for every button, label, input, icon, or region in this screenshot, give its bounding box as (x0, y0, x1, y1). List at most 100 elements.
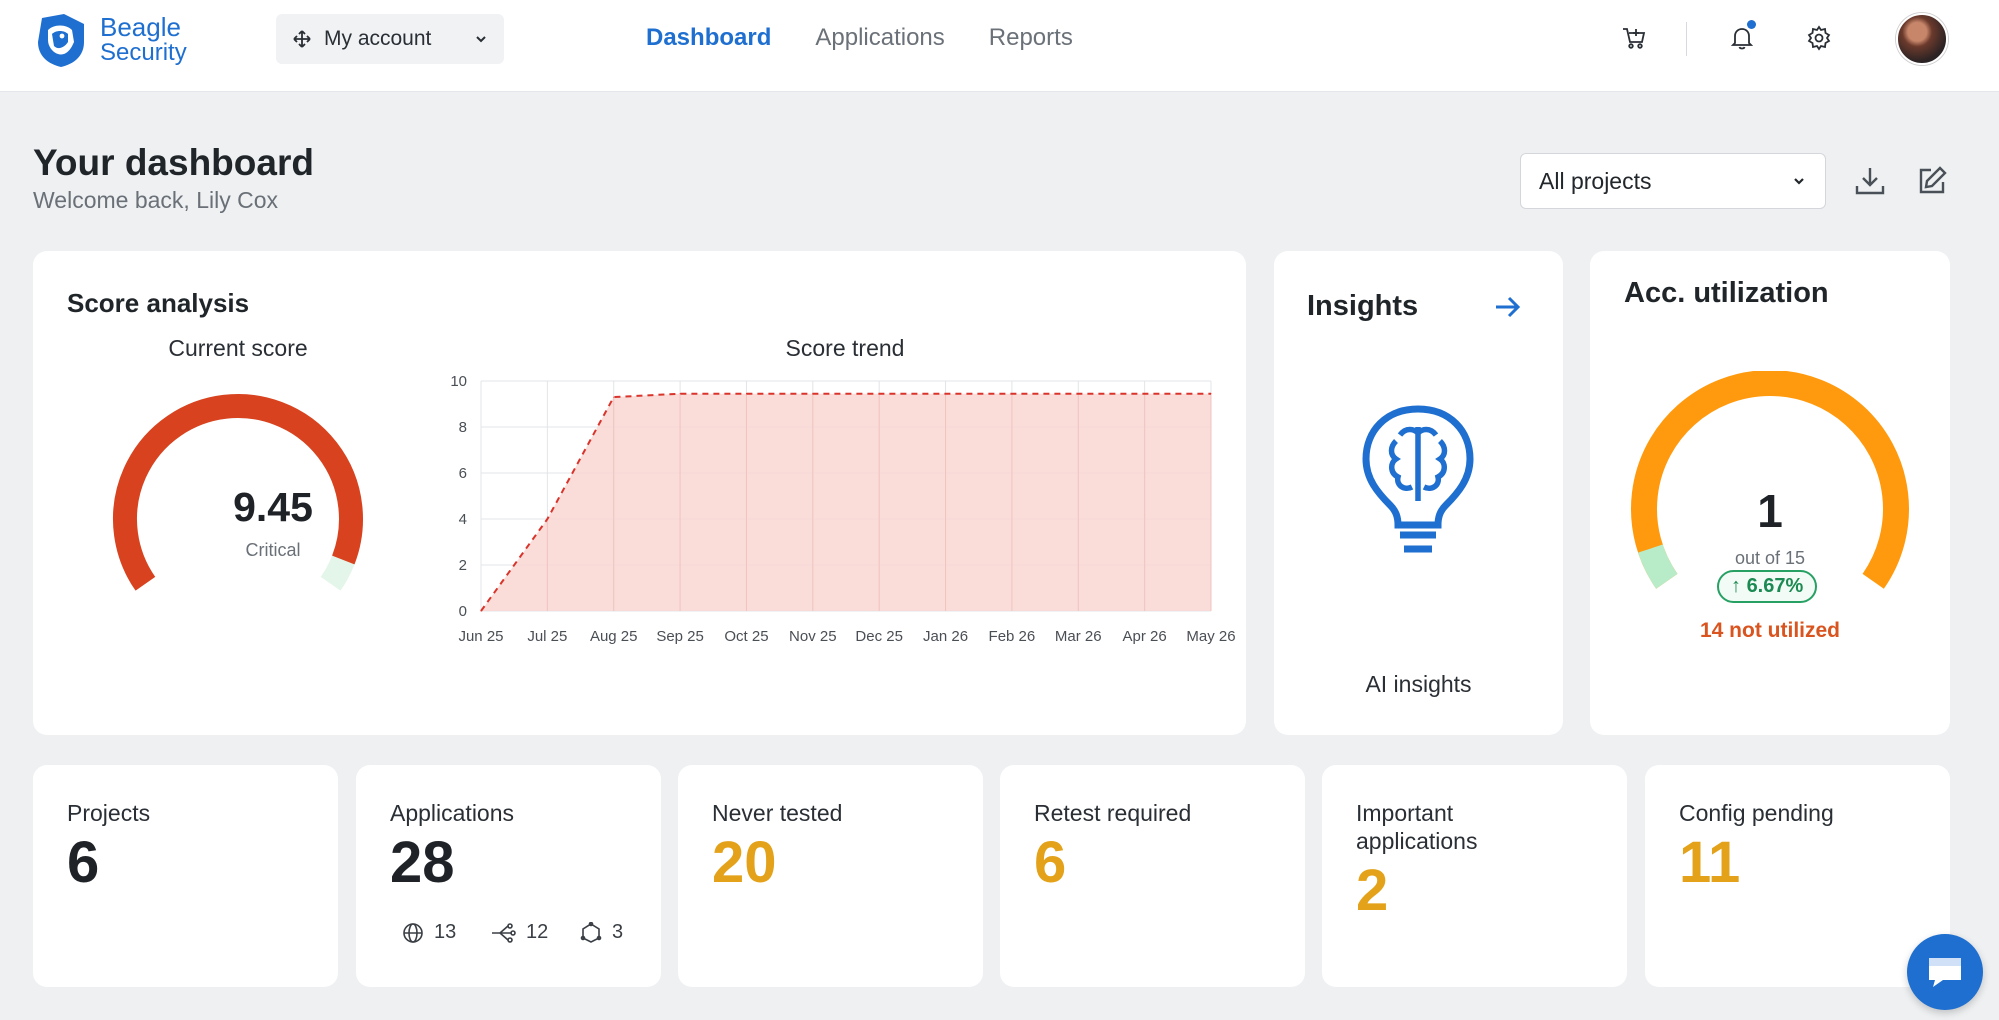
header-divider (1686, 22, 1687, 56)
main-nav: Dashboard Applications Reports (646, 24, 1073, 52)
x-tick-label: Jun 25 (458, 628, 503, 645)
utilization-used-value: 1 (1757, 485, 1783, 537)
score-trend-point (679, 393, 681, 395)
edit-dashboard-button[interactable] (1913, 162, 1951, 200)
stat-value: 6 (67, 830, 100, 895)
stat-label: Never tested (712, 800, 843, 826)
network-icon (580, 921, 602, 943)
top-navbar: Beagle Security My account Dashboard App… (0, 0, 1999, 92)
move-icon (293, 30, 311, 48)
cart-button[interactable] (1618, 22, 1650, 54)
stat-card-important-applications[interactable]: Important applications 2 (1322, 765, 1627, 987)
x-tick-label: Apr 26 (1123, 628, 1167, 645)
chat-icon (1929, 958, 1961, 987)
lightbulb-brain-icon (1362, 405, 1474, 553)
stat-label: Important applications (1356, 800, 1478, 854)
score-trend-point (546, 518, 548, 520)
project-filter-select[interactable]: All projects (1520, 153, 1826, 209)
score-trend-point (480, 610, 482, 612)
x-tick-label: Dec 25 (855, 628, 903, 645)
chat-button[interactable] (1907, 934, 1983, 1010)
brand-logo[interactable]: Beagle Security (34, 12, 187, 68)
score-trend-point (812, 393, 814, 395)
nav-dashboard[interactable]: Dashboard (646, 24, 771, 52)
current-score-value: 9.45 (233, 484, 313, 530)
score-analysis-card: Score analysis Current score 9.45 Critic… (33, 251, 1246, 735)
nav-reports[interactable]: Reports (989, 24, 1073, 52)
stat-value: 2 (1356, 858, 1389, 923)
cart-icon (1623, 28, 1646, 49)
score-trend-point (613, 396, 615, 398)
score-trend-label: Score trend (785, 335, 905, 361)
utilization-percent: 6.67% (1746, 575, 1804, 597)
y-tick-label: 8 (459, 419, 467, 436)
stat-value: 28 (390, 830, 455, 895)
stat-value: 11 (1679, 830, 1741, 895)
not-utilized-count: 14 not utilized (1699, 619, 1840, 642)
arrow-right-icon[interactable] (1493, 294, 1523, 320)
score-trend-point (1077, 393, 1079, 395)
chevron-down-icon (1794, 178, 1804, 185)
other-app-count-value: 3 (612, 921, 624, 943)
x-tick-label: Sep 25 (656, 628, 704, 645)
account-switcher[interactable]: My account (276, 14, 504, 64)
account-utilization-card: Acc. utilization 1 out of 15 ↑ 6.67% 14 … (1590, 251, 1950, 735)
web-app-count[interactable]: 13 (402, 921, 456, 944)
stat-card-projects[interactable]: Projects 6 (33, 765, 338, 987)
stat-label: Applications (390, 800, 515, 826)
web-app-count-value: 13 (434, 921, 457, 943)
globe-icon (403, 922, 423, 943)
x-tick-label: Nov 25 (789, 628, 837, 645)
x-tick-label: Mar 26 (1055, 628, 1102, 645)
api-app-count[interactable]: 12 (490, 921, 548, 944)
edit-icon (1919, 166, 1947, 194)
notifications-button[interactable] (1726, 20, 1758, 54)
project-filter-value: All projects (1539, 167, 1652, 194)
stat-card-retest-required[interactable]: Retest required 6 (1000, 765, 1305, 987)
score-trend-point (945, 393, 947, 395)
y-tick-label: 6 (459, 465, 467, 482)
x-tick-label: Aug 25 (590, 628, 638, 645)
x-tick-label: Feb 26 (989, 628, 1036, 645)
stat-card-applications[interactable]: Applications 28 13 12 3 (356, 765, 661, 987)
stat-value: 6 (1034, 830, 1067, 895)
notification-dot (1747, 20, 1756, 29)
y-tick-label: 2 (459, 557, 467, 574)
score-trend-point (1011, 393, 1013, 395)
avatar[interactable] (1896, 13, 1948, 65)
score-trend-point (878, 393, 880, 395)
y-tick-label: 4 (459, 511, 467, 528)
account-label: My account (324, 27, 432, 50)
page-title: Your dashboard (33, 142, 314, 183)
download-button[interactable] (1851, 162, 1889, 200)
ai-insights-label: AI insights (1365, 671, 1472, 697)
x-tick-label: Jul 25 (527, 628, 567, 645)
y-tick-label: 0 (459, 603, 467, 620)
score-trend-point (745, 393, 747, 395)
insights-card[interactable]: Insights AI insights (1274, 251, 1563, 735)
brand-line1: Beagle (100, 12, 181, 42)
utilization-out-of: out of 15 (1734, 548, 1806, 568)
download-icon (1855, 168, 1885, 195)
score-trend-area (481, 393, 1211, 611)
gear-icon (1807, 25, 1831, 51)
stat-value: 20 (712, 830, 777, 895)
stat-card-config-pending[interactable]: Config pending 11 (1645, 765, 1950, 987)
x-tick-label: Oct 25 (724, 628, 768, 645)
current-score-label: Current score (168, 335, 308, 361)
stat-label: Projects (67, 800, 151, 826)
chevron-down-icon (476, 36, 486, 43)
x-tick-label: Jan 26 (923, 628, 968, 645)
score-trend-point (1210, 393, 1212, 395)
other-app-count[interactable]: 3 (580, 921, 623, 944)
arrow-up-icon: ↑ (1731, 575, 1741, 597)
stat-label: Config pending (1679, 800, 1834, 826)
y-tick-label: 10 (450, 373, 467, 390)
score-trend-point (1144, 393, 1146, 395)
score-analysis-title: Score analysis (67, 288, 250, 318)
nav-applications[interactable]: Applications (815, 24, 944, 52)
stat-card-never-tested[interactable]: Never tested 20 (678, 765, 983, 987)
settings-button[interactable] (1803, 22, 1835, 54)
brand-line2: Security (100, 39, 187, 66)
beagle-logo-icon (38, 14, 84, 67)
